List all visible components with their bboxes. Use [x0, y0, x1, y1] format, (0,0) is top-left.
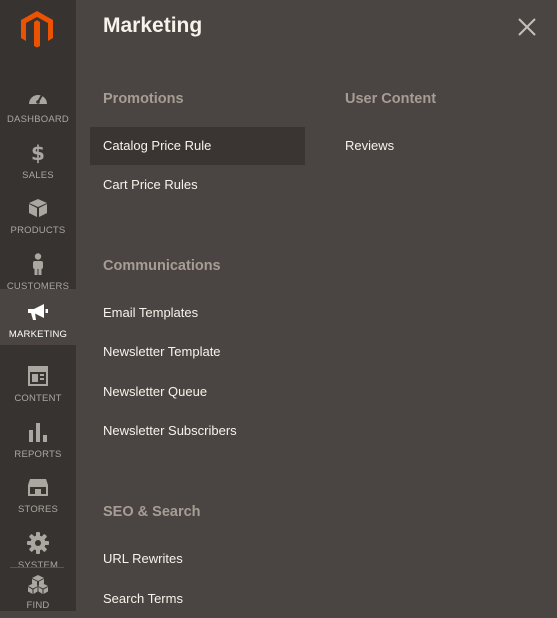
- person-icon: [0, 253, 76, 275]
- section-title-communications: Communications: [103, 258, 221, 274]
- link-newsletter-subscribers[interactable]: Newsletter Subscribers: [90, 412, 305, 450]
- sidebar-item-stores[interactable]: STORES: [0, 464, 76, 520]
- link-reviews[interactable]: Reviews: [332, 127, 532, 165]
- sidebar-item-products[interactable]: PRODUCTS: [0, 185, 76, 241]
- sidebar-item-label: MARKETING: [8, 329, 68, 340]
- panel-title: Marketing: [103, 14, 203, 37]
- bar-chart-icon: [0, 421, 76, 443]
- marketing-flyout-panel: Marketing Promotions Catalog Price Rule …: [76, 0, 557, 611]
- magento-logo-icon[interactable]: [0, 0, 76, 56]
- sidebar-item-label: SALES: [22, 170, 54, 181]
- link-search-terms[interactable]: Search Terms: [90, 580, 305, 618]
- sidebar-item-content[interactable]: CONTENT: [0, 353, 76, 409]
- sidebar-item-find-partners[interactable]: FIND PARTNERS: [0, 564, 76, 611]
- sidebar-item-label: REPORTS: [14, 449, 62, 460]
- sidebar-item-marketing[interactable]: MARKETING: [0, 289, 76, 345]
- close-icon[interactable]: [516, 16, 538, 38]
- link-catalog-price-rule[interactable]: Catalog Price Rule: [90, 127, 305, 165]
- section-title-promotions: Promotions: [103, 91, 184, 107]
- sidebar-item-label: FIND PARTNERS: [26, 600, 50, 611]
- sidebar-item-sales[interactable]: $ SALES: [0, 130, 76, 186]
- layout-icon: [0, 365, 76, 387]
- sidebar-item-dashboard[interactable]: DASHBOARD: [0, 74, 76, 130]
- gear-icon: [0, 532, 76, 554]
- megaphone-icon: [0, 301, 76, 323]
- link-url-rewrites[interactable]: URL Rewrites: [90, 540, 305, 578]
- link-newsletter-queue[interactable]: Newsletter Queue: [90, 373, 305, 411]
- storefront-icon: [0, 476, 76, 498]
- sidebar-item-label: CONTENT: [14, 393, 62, 404]
- admin-sidebar: DASHBOARD $ SALES PRODUCTS CUSTOMERS MAR…: [0, 0, 76, 611]
- dollar-icon: $: [31, 141, 45, 165]
- sidebar-item-label: DASHBOARD: [7, 114, 69, 125]
- section-title-seo-search: SEO & Search: [103, 504, 201, 520]
- box-icon: [0, 197, 76, 219]
- dashboard-gauge-icon: [0, 86, 76, 108]
- link-newsletter-template[interactable]: Newsletter Template: [90, 333, 305, 371]
- section-title-user-content: User Content: [345, 91, 437, 107]
- cubes-icon: [0, 574, 76, 596]
- link-cart-price-rules[interactable]: Cart Price Rules: [90, 166, 305, 204]
- sidebar-item-label: PRODUCTS: [10, 225, 66, 236]
- link-email-templates[interactable]: Email Templates: [90, 294, 305, 332]
- sidebar-item-label: STORES: [17, 504, 59, 515]
- sidebar-item-reports[interactable]: REPORTS: [0, 409, 76, 465]
